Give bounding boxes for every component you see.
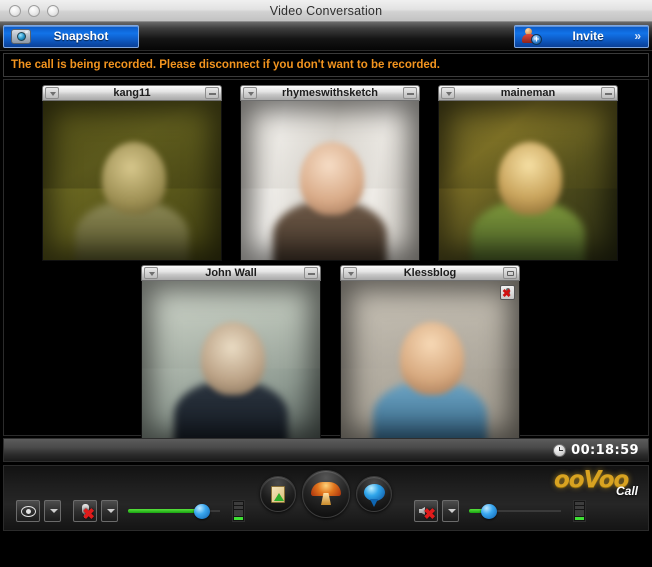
end-call-button[interactable] — [302, 470, 350, 518]
call-action-buttons — [260, 470, 392, 518]
invite-button-label: Invite — [572, 29, 604, 43]
video-panel[interactable]: kang11 — [42, 85, 222, 261]
meter-segment — [234, 505, 243, 509]
file-share-icon — [271, 486, 285, 503]
microphone-volume-slider[interactable] — [128, 502, 220, 520]
meter-segment — [575, 505, 584, 509]
participant-name: John Wall — [205, 267, 257, 279]
blast-icon — [311, 480, 341, 506]
video-conversation-window: Video Conversation Snapshot + Invite » T… — [0, 0, 652, 567]
invite-button[interactable]: + Invite » — [514, 24, 649, 48]
local-av-controls: ✖ — [16, 500, 245, 522]
meter-segment — [234, 517, 243, 520]
chevron-down-icon — [49, 509, 58, 513]
video-surface — [142, 281, 320, 440]
close-button[interactable] — [9, 4, 21, 17]
video-panel[interactable]: rhymeswithsketch — [240, 85, 420, 261]
chevron-down-icon — [106, 509, 115, 513]
video-grid: kang11 rhymeswithsketch maineman John Wall K… — [3, 79, 649, 441]
minimize-button[interactable] — [601, 87, 615, 99]
video-panel-header: kang11 — [42, 85, 222, 101]
app-toolbar: Snapshot + Invite » — [0, 22, 652, 51]
participant-name: rhymeswithsketch — [282, 87, 378, 99]
panel-menu-button[interactable] — [144, 267, 158, 279]
video-feed[interactable] — [240, 101, 420, 261]
mute-x-icon: ✖ — [423, 506, 436, 523]
camera-icon — [11, 28, 31, 44]
meter-segment — [234, 502, 243, 505]
send-file-button[interactable] — [260, 476, 296, 512]
video-feed[interactable]: ✖ — [340, 281, 520, 441]
meter-segment — [575, 517, 584, 520]
panel-menu-button[interactable] — [243, 87, 257, 99]
chevron-down-icon — [447, 509, 456, 513]
speaker-controls: ✖ — [414, 500, 586, 522]
recording-banner: The call is being recorded. Please disco… — [3, 53, 649, 77]
oovoo-logo: ooVoo Call — [554, 467, 640, 498]
minimize-button[interactable] — [28, 4, 40, 17]
participant-name: maineman — [500, 87, 556, 99]
window-title: Video Conversation — [269, 3, 383, 18]
panel-menu-button[interactable] — [441, 87, 455, 99]
mute-x-icon: ✖ — [82, 506, 95, 523]
video-panel-header: Klessblog — [340, 265, 520, 281]
participant-muted-badge: ✖ — [500, 285, 515, 300]
camera-options-dropdown[interactable] — [44, 500, 61, 522]
clock-icon — [553, 443, 567, 457]
slider-knob[interactable] — [193, 504, 210, 519]
video-feed[interactable] — [438, 101, 618, 261]
microphone-mute-button[interactable]: ✖ — [73, 500, 97, 522]
chevron-right-icon: » — [634, 29, 641, 43]
minimize-button[interactable] — [304, 267, 318, 279]
meter-segment — [234, 509, 243, 513]
minimize-button[interactable] — [205, 87, 219, 99]
snapshot-button[interactable]: Snapshot — [3, 24, 139, 48]
window-title-bar: Video Conversation — [0, 0, 652, 22]
video-panel-header: John Wall — [141, 265, 321, 281]
camera-eye-icon — [21, 506, 36, 517]
meter-segment — [575, 509, 584, 513]
speaker-options-dropdown[interactable] — [442, 500, 459, 522]
minimize-button[interactable] — [403, 87, 417, 99]
panel-menu-button[interactable] — [343, 267, 357, 279]
recording-banner-text: The call is being recorded. Please disco… — [11, 59, 440, 71]
video-surface — [341, 281, 519, 440]
window-traffic-lights — [0, 4, 59, 17]
video-feed[interactable] — [42, 101, 222, 261]
speaker-level-meter — [573, 500, 586, 522]
meter-segment — [575, 513, 584, 517]
camera-button[interactable] — [503, 267, 517, 279]
speaker-mute-button[interactable]: ✖ — [414, 500, 438, 522]
video-panel[interactable]: Klessblog ✖ — [340, 265, 520, 441]
participant-name: kang11 — [113, 87, 151, 99]
video-panel[interactable]: maineman — [438, 85, 618, 261]
video-feed[interactable] — [141, 281, 321, 441]
slider-fill — [128, 509, 202, 513]
video-surface — [43, 101, 221, 260]
video-panel-header: rhymeswithsketch — [240, 85, 420, 101]
video-panel-header: maineman — [438, 85, 618, 101]
video-panel[interactable]: John Wall — [141, 265, 321, 441]
speaker-volume-slider[interactable] — [469, 502, 561, 520]
microphone-options-dropdown[interactable] — [101, 500, 118, 522]
video-surface — [439, 101, 617, 260]
zoom-button[interactable] — [47, 4, 59, 17]
call-duration: 00:18:59 — [571, 442, 639, 458]
add-person-icon: + — [522, 27, 542, 45]
panel-menu-button[interactable] — [45, 87, 59, 99]
slider-knob[interactable] — [481, 504, 498, 519]
chat-bubble-icon — [364, 484, 385, 507]
chat-button[interactable] — [356, 476, 392, 512]
brand-sub: Call — [615, 484, 638, 498]
participant-name: Klessblog — [403, 267, 457, 279]
camera-toggle-button[interactable] — [16, 500, 40, 522]
meter-segment — [234, 513, 243, 517]
video-surface — [241, 101, 419, 260]
control-bar: ooVoo Call ✖ ✖ — [3, 465, 649, 531]
microphone-level-meter — [232, 500, 245, 522]
meter-segment — [575, 502, 584, 505]
snapshot-button-label: Snapshot — [53, 29, 109, 43]
call-timer-bar: 00:18:59 — [3, 438, 649, 462]
